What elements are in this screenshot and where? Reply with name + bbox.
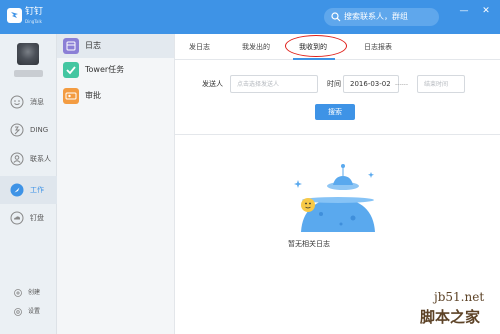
create-button[interactable]: 创建 — [14, 288, 54, 298]
app-item-log[interactable]: 日志 — [57, 34, 174, 58]
nav-label: 钉盘 — [30, 214, 44, 222]
start-date-value: 2016-03-02 — [350, 80, 391, 88]
gear-icon — [14, 308, 22, 316]
avatar[interactable] — [17, 43, 39, 65]
app-list: 日志 Tower任务 审批 — [57, 34, 175, 334]
sender-placeholder: 点击选择发送人 — [237, 81, 280, 88]
nav-item-work[interactable]: 工作 — [0, 176, 57, 204]
log-icon — [63, 38, 79, 54]
tab-write-log[interactable]: 发日志 — [189, 42, 210, 52]
approval-icon — [63, 88, 79, 104]
watermark-name: 脚本之家 — [420, 308, 481, 326]
range-separator: ------ — [395, 81, 408, 88]
check-icon — [63, 62, 79, 78]
nav-label: 联系人 — [30, 155, 51, 163]
global-search-input[interactable]: 搜索联系人，群组 — [324, 8, 439, 26]
app-label: 审批 — [85, 91, 101, 100]
app-item-tower[interactable]: Tower任务 — [57, 58, 174, 82]
nav-item-contacts[interactable]: 联系人 — [0, 145, 57, 173]
settings-button[interactable]: 设置 — [14, 307, 54, 317]
tab-sent[interactable]: 我发出的 — [242, 42, 270, 52]
minimize-button[interactable]: — — [458, 5, 470, 17]
sender-label: 发送人 — [202, 80, 223, 88]
create-label: 创建 — [28, 289, 41, 296]
search-icon — [331, 12, 341, 22]
end-date-placeholder: 结束时间 — [424, 81, 449, 88]
app-subtitle: DingTalk — [25, 19, 42, 24]
user-name-blurred — [14, 70, 43, 77]
search-button[interactable]: 搜索 — [315, 104, 355, 120]
time-label: 时间 — [327, 80, 341, 88]
nav-label: 消息 — [30, 98, 44, 106]
end-date-field[interactable]: 结束时间 — [417, 75, 465, 93]
work-icon — [10, 183, 24, 197]
left-nav: 消息 DING 联系人 工作 钉盘 创建 设置 — [0, 34, 57, 334]
start-date-field[interactable]: 2016-03-02 — [343, 75, 399, 93]
empty-state-text: 暂无相关日志 — [288, 240, 330, 248]
empty-state-illustration — [294, 164, 375, 232]
watermark: jb51.net 脚本之家 — [400, 290, 496, 330]
app-label: Tower任务 — [85, 65, 125, 74]
app-item-approval[interactable]: 审批 — [57, 84, 174, 108]
divider — [175, 134, 500, 135]
close-button[interactable]: ✕ — [480, 5, 492, 17]
title-bar: 钉钉 DingTalk 搜索联系人，群组 — ✕ — [0, 0, 500, 34]
watermark-url: jb51.net — [434, 290, 485, 304]
tab-bar: 发日志 我发出的 我收到的 日志报表 — [175, 34, 500, 60]
dingtalk-logo — [7, 8, 22, 23]
annotation-circle — [285, 35, 347, 57]
nav-label: 工作 — [30, 186, 44, 194]
plus-icon — [14, 289, 22, 297]
contacts-icon — [10, 152, 24, 166]
main-panel: 发日志 我发出的 我收到的 日志报表 发送人 点击选择发送人 时间 2016-0… — [175, 34, 500, 334]
app-name: 钉钉 — [25, 7, 44, 17]
nav-label: DING — [30, 126, 49, 134]
app-label: 日志 — [85, 41, 101, 50]
nav-item-messages[interactable]: 消息 — [0, 88, 57, 116]
nav-item-cloud-disk[interactable]: 钉盘 — [0, 204, 57, 232]
cloud-disk-icon — [10, 211, 24, 225]
sender-field[interactable]: 点击选择发送人 — [230, 75, 318, 93]
ding-icon — [10, 123, 24, 137]
nav-item-ding[interactable]: DING — [0, 116, 57, 144]
active-tab-underline — [293, 58, 335, 60]
smile-icon — [10, 95, 24, 109]
tab-log-report[interactable]: 日志报表 — [364, 42, 392, 52]
settings-label: 设置 — [28, 308, 41, 315]
search-placeholder: 搜索联系人，群组 — [344, 12, 408, 21]
